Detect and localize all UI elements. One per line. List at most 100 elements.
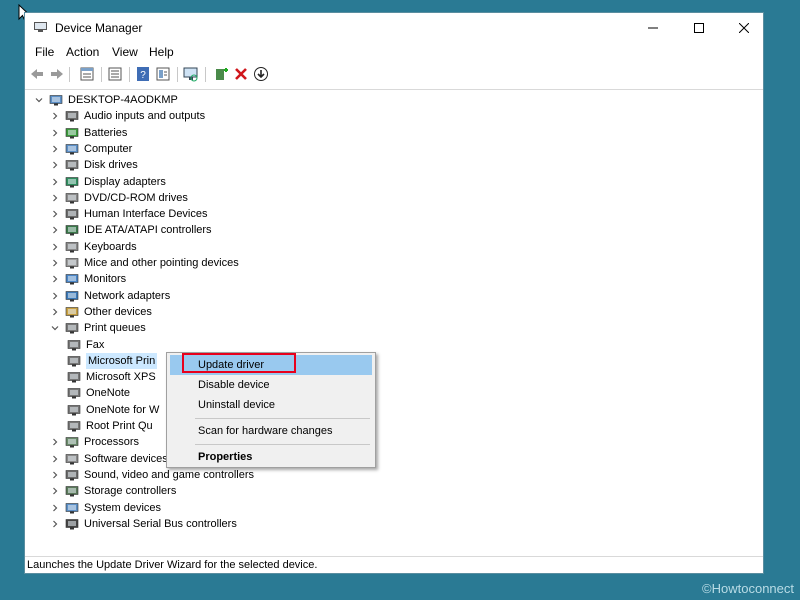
tree-toggle[interactable] (49, 190, 61, 206)
tree-toggle[interactable] (49, 255, 61, 271)
tree-category[interactable]: Disk drives (49, 157, 138, 173)
tree-toggle[interactable] (49, 288, 61, 304)
menu-scan-hardware[interactable]: Scan for hardware changes (170, 421, 372, 441)
uninstall-icon[interactable] (233, 66, 249, 82)
menu-file[interactable]: File (35, 45, 54, 59)
tree-toggle[interactable] (49, 239, 61, 255)
tree-toggle[interactable] (49, 174, 61, 190)
tree-category[interactable]: Computer (49, 141, 132, 157)
menu-action[interactable]: Action (66, 45, 99, 59)
tree-category[interactable]: Other devices (49, 304, 152, 320)
tree-toggle[interactable] (49, 467, 61, 483)
tree-category[interactable]: Keyboards (49, 239, 137, 255)
menu-help[interactable]: Help (149, 45, 174, 59)
tree-category[interactable]: Universal Serial Bus controllers (49, 516, 237, 532)
scan-hardware-icon[interactable] (183, 66, 199, 82)
tree-category[interactable]: DVD/CD-ROM drives (49, 190, 188, 206)
tree-category[interactable]: Human Interface Devices (49, 206, 208, 222)
tree-item-label: Processors (84, 436, 140, 449)
tree-item-label: DVD/CD-ROM drives (84, 191, 188, 204)
battery-icon (65, 127, 79, 139)
processor-icon (65, 437, 79, 448)
title-bar[interactable]: Device Manager (25, 13, 763, 43)
tree-category[interactable]: Sound, video and game controllers (49, 467, 254, 483)
tree-item-label: Root Print Qu (86, 420, 153, 432)
tree-toggle[interactable] (49, 157, 61, 173)
chevron-right-icon (53, 455, 58, 463)
tree-toggle[interactable] (49, 483, 61, 499)
menu-view[interactable]: View (112, 45, 138, 59)
tree-toggle[interactable] (49, 141, 61, 157)
tree-toggle[interactable] (49, 222, 61, 238)
menu-uninstall-device[interactable]: Uninstall device (170, 395, 372, 415)
hid-icon (65, 209, 79, 220)
tree-item-label: Disk drives (84, 159, 138, 172)
tree-category[interactable]: Storage controllers (49, 483, 176, 499)
tree-toggle[interactable] (49, 516, 61, 532)
tree-category[interactable]: Print queues (49, 320, 146, 336)
status-bar: Launches the Update Driver Wizard for th… (27, 559, 318, 571)
tree-category[interactable]: System devices (49, 500, 161, 516)
tree-toggle[interactable] (49, 434, 61, 450)
tree-item-label: Display adapters (84, 175, 166, 188)
tree-item-label: Keyboards (84, 240, 137, 253)
chevron-right-icon (53, 210, 58, 218)
tree-item-label: Mice and other pointing devices (84, 257, 239, 269)
tree-category[interactable]: IDE ATA/ATAPI controllers (49, 222, 212, 238)
tree-item-label: Software devices (84, 452, 168, 465)
maximize-icon (694, 23, 704, 33)
tree-category[interactable]: Monitors (49, 271, 126, 287)
tree-toggle[interactable] (49, 304, 61, 320)
menu-disable-device[interactable]: Disable device (170, 375, 372, 395)
tree-print-queue-item[interactable]: OneNote for W (67, 402, 159, 418)
tree-toggle[interactable] (49, 500, 61, 516)
tree-category[interactable]: Processors (49, 434, 139, 450)
tree-print-queue-item[interactable]: Microsoft XPS (67, 369, 156, 385)
update-icon[interactable] (253, 66, 269, 82)
tree-toggle[interactable] (49, 451, 61, 467)
tree-toggle[interactable] (49, 206, 61, 222)
properties-icon[interactable] (79, 66, 95, 82)
tree-category[interactable]: Audio inputs and outputs (49, 108, 205, 124)
tree-print-queue-item[interactable]: Fax (67, 337, 104, 353)
minimize-icon (648, 27, 658, 29)
monitor-icon (65, 274, 79, 285)
tree-print-queue-item[interactable]: OneNote (67, 385, 130, 401)
print-item-icon (67, 388, 81, 399)
show-hide-tree-icon[interactable] (107, 66, 123, 82)
forward-icon[interactable] (49, 66, 65, 82)
add-driver-icon[interactable] (213, 66, 229, 82)
view-icon[interactable] (155, 66, 171, 82)
help-icon[interactable]: ? (135, 66, 151, 82)
tree-print-queue-item[interactable]: Microsoft Prin (67, 352, 158, 369)
minimize-button[interactable] (631, 13, 675, 43)
tree-toggle[interactable] (49, 271, 61, 287)
tree-root[interactable]: DESKTOP-4AODKMP (33, 92, 178, 108)
tree-category[interactable]: Display adapters (49, 174, 166, 190)
device-tree[interactable]: DESKTOP-4AODKMP Audio inputs and outputs B… (25, 89, 763, 557)
back-icon[interactable] (29, 66, 45, 82)
tree-toggle[interactable] (49, 125, 61, 141)
menu-bar: File Action View Help (25, 43, 763, 63)
print-item-icon (67, 421, 81, 432)
ide-icon (65, 225, 79, 236)
system-icon (65, 502, 79, 513)
tree-toggle[interactable] (33, 92, 45, 108)
tree-toggle[interactable] (49, 320, 61, 336)
software-icon (65, 453, 79, 465)
tree-category[interactable]: Batteries (49, 125, 127, 141)
chevron-right-icon (53, 161, 58, 169)
tree-print-queue-item[interactable]: Root Print Qu (67, 418, 153, 434)
tree-item-label: Network adapters (84, 289, 171, 302)
tree-item-label: Batteries (84, 126, 128, 139)
tree-category[interactable]: Software devices (49, 451, 168, 467)
maximize-button[interactable] (677, 13, 721, 43)
tree-category[interactable]: Network adapters (49, 288, 170, 304)
menu-properties[interactable]: Properties (170, 447, 372, 467)
tree-toggle[interactable] (49, 108, 61, 124)
close-button[interactable] (722, 13, 766, 43)
tree-category[interactable]: Mice and other pointing devices (49, 255, 239, 271)
chevron-right-icon (53, 471, 58, 479)
menu-separator (195, 418, 370, 419)
chevron-right-icon (53, 504, 58, 511)
